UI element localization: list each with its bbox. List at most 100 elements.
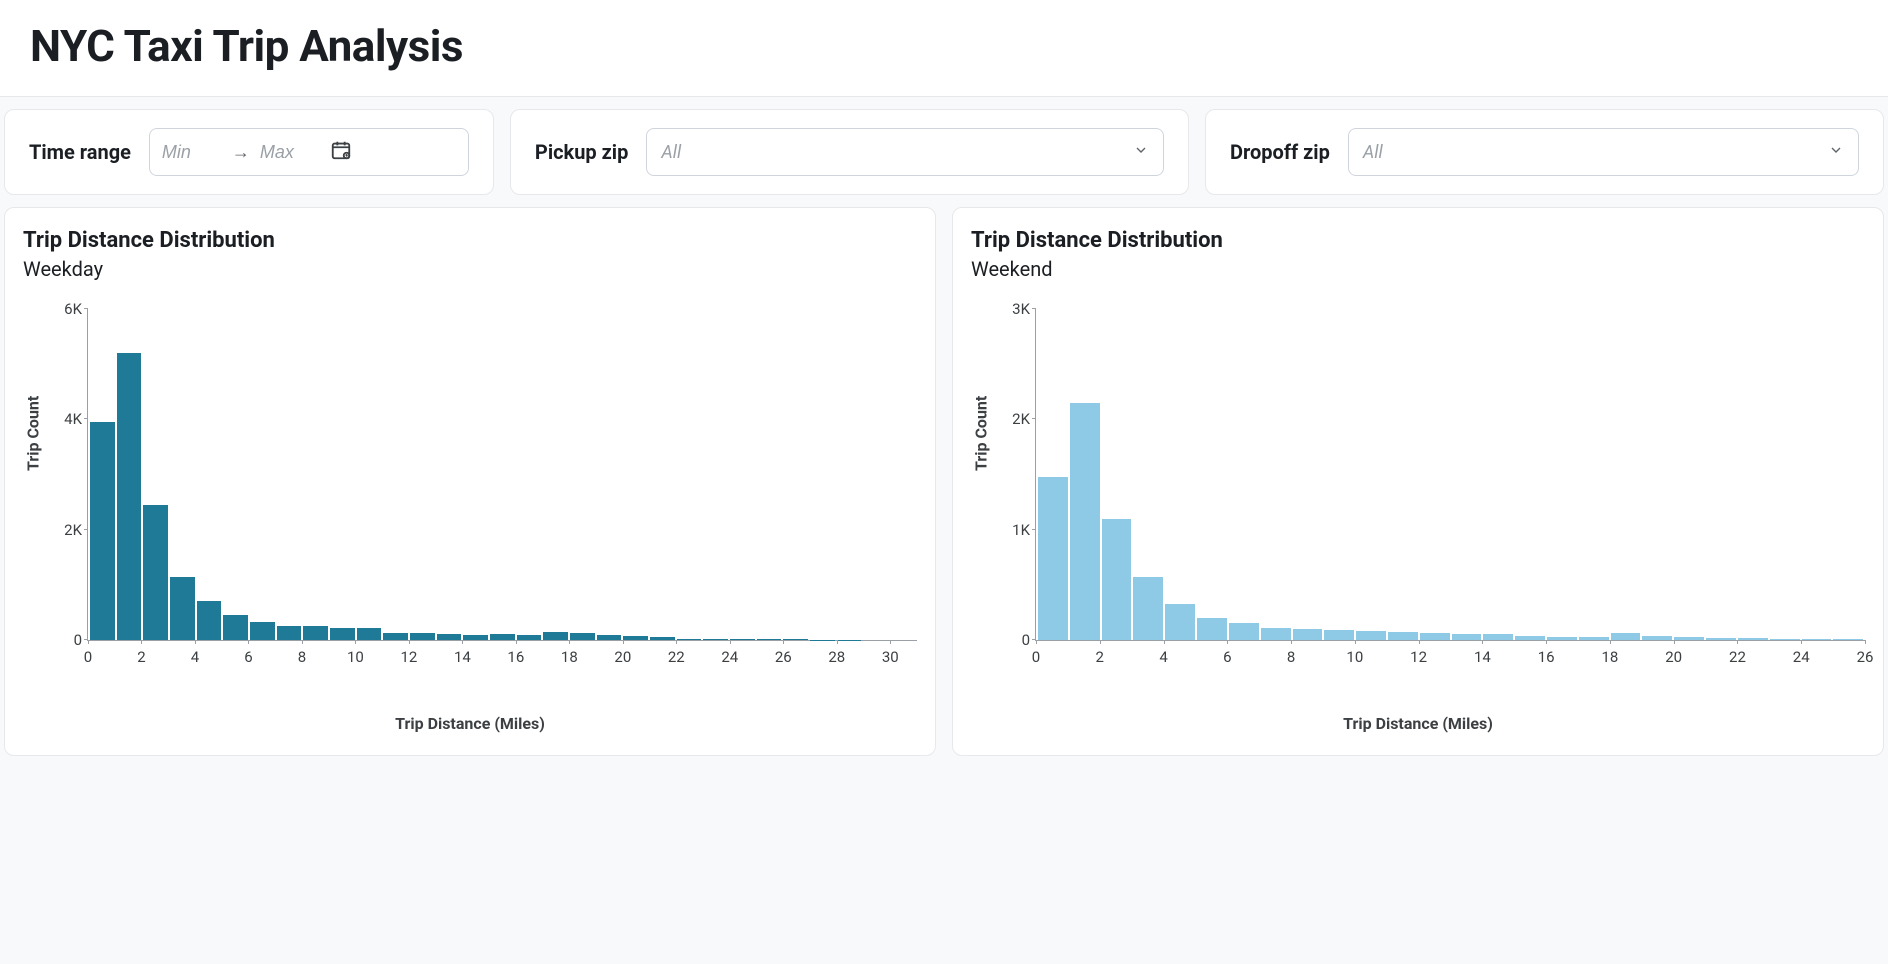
plot-inner: 01K2K3K 02468101214161820222426 (1035, 309, 1865, 641)
chart-subtitle: Weekend (971, 257, 1865, 281)
filter-dropoff-zip: Dropoff zip All (1205, 109, 1884, 195)
x-tick-label: 24 (721, 648, 738, 666)
filters-row: Time range → Pickup zip All Dropo (0, 97, 1888, 207)
chart-bar[interactable] (170, 577, 195, 640)
chart-bar[interactable] (410, 633, 435, 640)
x-tick-label: 12 (1410, 648, 1427, 666)
x-tick-label: 26 (1857, 648, 1874, 666)
x-tick-label: 18 (561, 648, 578, 666)
chart-bar[interactable] (757, 639, 782, 640)
chart-bar[interactable] (143, 505, 168, 640)
arrow-right-icon: → (232, 142, 250, 163)
plot-area-weekday: Trip Count 02K4K6K 024681012141618202224… (23, 299, 917, 729)
chart-bar[interactable] (1165, 604, 1195, 640)
x-tick-label: 12 (400, 648, 417, 666)
chart-bar[interactable] (1515, 636, 1545, 640)
chart-bar[interactable] (1038, 477, 1068, 640)
chart-bar[interactable] (1261, 628, 1291, 640)
x-tick-label: 18 (1601, 648, 1618, 666)
chart-bar[interactable] (197, 601, 222, 640)
chart-bar[interactable] (730, 639, 755, 640)
y-tick-label: 0 (38, 631, 82, 649)
chart-bar[interactable] (1770, 639, 1800, 640)
chart-bar[interactable] (1356, 631, 1386, 640)
chart-bar[interactable] (1674, 637, 1704, 640)
chart-bar[interactable] (490, 634, 515, 640)
chart-bar[interactable] (437, 634, 462, 640)
chart-bar[interactable] (1547, 637, 1577, 640)
x-tick-label: 14 (1474, 648, 1491, 666)
chart-bar[interactable] (570, 633, 595, 640)
chart-bar[interactable] (650, 637, 675, 640)
chart-bar[interactable] (90, 422, 115, 640)
x-tick-label: 4 (1159, 648, 1167, 666)
chart-bar[interactable] (1642, 636, 1672, 640)
chart-bar[interactable] (783, 639, 808, 640)
calendar-icon[interactable] (330, 139, 352, 165)
x-tick-label: 22 (1729, 648, 1746, 666)
chart-bar[interactable] (543, 632, 568, 640)
x-tick-label: 10 (1346, 648, 1363, 666)
chart-bar[interactable] (623, 636, 648, 640)
x-tick-label: 24 (1793, 648, 1810, 666)
chart-bar[interactable] (1293, 629, 1323, 640)
chart-bar[interactable] (383, 633, 408, 640)
chart-bar[interactable] (330, 628, 355, 640)
y-tick-label: 3K (986, 300, 1030, 318)
filter-time-range: Time range → (4, 109, 494, 195)
chart-bar[interactable] (1706, 638, 1736, 640)
chart-bar[interactable] (703, 639, 728, 640)
chart-bar[interactable] (357, 628, 382, 640)
pickup-zip-value: All (661, 142, 681, 163)
chart-bar[interactable] (223, 615, 248, 640)
y-tick-label: 4K (38, 410, 82, 428)
chart-bar[interactable] (463, 635, 488, 640)
time-range-min-input[interactable] (162, 142, 222, 163)
chart-bar[interactable] (1133, 577, 1163, 640)
x-tick-label: 0 (1032, 648, 1040, 666)
x-tick-label: 2 (137, 648, 145, 666)
chart-bar[interactable] (1802, 639, 1832, 640)
chart-bar[interactable] (250, 622, 275, 640)
chart-bar[interactable] (1483, 634, 1513, 640)
dropoff-zip-label: Dropoff zip (1230, 140, 1330, 164)
chart-bar[interactable] (597, 635, 622, 640)
chart-bar[interactable] (303, 626, 328, 640)
x-tick-label: 0 (84, 648, 92, 666)
chart-bar[interactable] (1070, 403, 1100, 640)
x-tick-label: 8 (298, 648, 306, 666)
chart-bar[interactable] (1738, 638, 1768, 640)
pickup-zip-select[interactable]: All (646, 128, 1164, 176)
chart-bar[interactable] (1229, 623, 1259, 640)
dropoff-zip-value: All (1363, 142, 1383, 163)
chart-bar[interactable] (1102, 519, 1132, 640)
chart-bar[interactable] (1420, 633, 1450, 640)
dropoff-zip-select[interactable]: All (1348, 128, 1859, 176)
chart-bar[interactable] (1833, 639, 1863, 640)
chart-bar[interactable] (1197, 618, 1227, 640)
chart-title: Trip Distance Distribution (23, 228, 917, 253)
chart-bar[interactable] (1452, 634, 1482, 640)
plot-area-weekend: Trip Count 01K2K3K 024681012141618202224… (971, 299, 1865, 729)
x-tick-label: 14 (454, 648, 471, 666)
time-range-input[interactable]: → (149, 128, 469, 176)
chart-bar[interactable] (517, 635, 542, 640)
x-tick-label: 6 (1223, 648, 1231, 666)
chart-bar[interactable] (277, 626, 302, 640)
x-tick-label: 10 (347, 648, 364, 666)
x-tick-label: 20 (614, 648, 631, 666)
chart-bar[interactable] (1611, 633, 1641, 640)
y-tick-label: 2K (986, 410, 1030, 428)
x-tick-label: 20 (1665, 648, 1682, 666)
x-axis-label: Trip Distance (Miles) (395, 714, 545, 733)
x-tick-label: 16 (507, 648, 524, 666)
chart-bar[interactable] (1324, 630, 1354, 640)
chevron-down-icon (1133, 142, 1149, 162)
time-range-max-input[interactable] (260, 142, 320, 163)
chart-bar[interactable] (1388, 632, 1418, 640)
x-tick-label: 28 (828, 648, 845, 666)
chart-bar[interactable] (677, 639, 702, 640)
chart-bar[interactable] (117, 353, 142, 640)
x-tick-label: 16 (1538, 648, 1555, 666)
chart-bar[interactable] (1579, 637, 1609, 640)
